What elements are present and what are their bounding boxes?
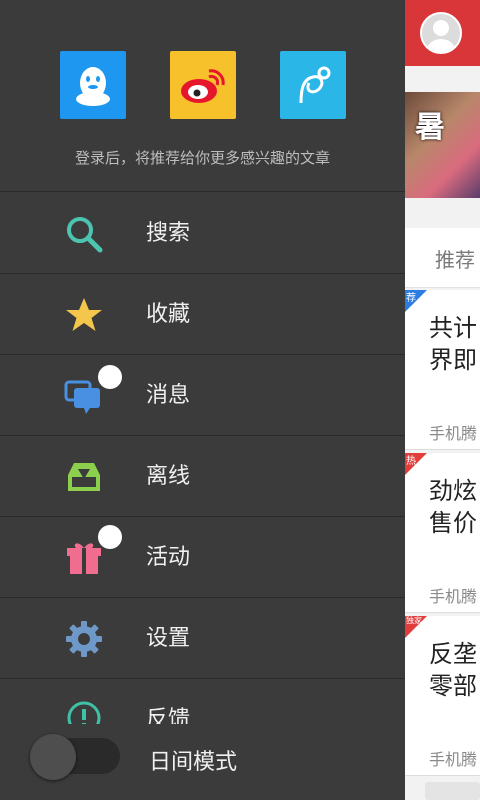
message-icon — [64, 380, 100, 414]
tencent-weibo-login-button[interactable] — [280, 51, 346, 119]
menu-item-offline[interactable]: 离线 — [0, 436, 405, 517]
menu-item-label: 搜索 — [146, 221, 191, 246]
star-icon — [66, 298, 102, 331]
menu-item-label: 收藏 — [146, 302, 191, 327]
side-drawer: 登录后，将推荐给你更多感兴趣的文章 搜索 收藏 消息 离线 活动 设置 反馈 日… — [0, 0, 405, 800]
tencent-weibo-icon — [299, 66, 331, 104]
card-tag: 独家 — [406, 616, 422, 625]
avatar-silhouette-icon — [427, 20, 455, 52]
day-mode-toggle-knob[interactable] — [30, 734, 76, 780]
message-badge — [98, 365, 122, 389]
weibo-login-button[interactable] — [170, 51, 236, 119]
news-card[interactable]: 独家 反垄零部 手机腾 — [405, 616, 480, 776]
menu-item-search[interactable]: 搜索 — [0, 193, 405, 274]
card-source: 手机腾 — [429, 424, 478, 443]
card-source: 手机腾 — [429, 750, 478, 769]
gear-icon — [66, 621, 102, 657]
tab-recommend[interactable]: 推荐 — [435, 244, 475, 273]
banner-image[interactable]: 暑 — [405, 92, 480, 198]
search-icon — [67, 217, 103, 253]
menu-item-messages[interactable]: 消息 — [0, 355, 405, 436]
menu-item-activity[interactable]: 活动 — [0, 517, 405, 598]
qq-login-button[interactable] — [60, 51, 126, 119]
category-tabs: 推荐 — [405, 228, 480, 288]
card-tag: 荐 — [406, 293, 416, 304]
card-tag: 热 — [406, 456, 416, 467]
gift-icon — [67, 543, 101, 574]
login-tip: 登录后，将推荐给你更多感兴趣的文章 — [74, 149, 330, 167]
menu-item-settings[interactable]: 设置 — [0, 598, 405, 679]
main-content-peek: 暑 推荐 荐 共计界即 手机腾 热 劲炫售价 手机腾 独家 反垄零部 手机腾 — [405, 0, 480, 800]
menu-item-label: 消息 — [146, 383, 191, 408]
card-title: 劲炫售价 — [429, 477, 477, 537]
menu-item-label: 设置 — [146, 626, 191, 651]
qq-penguin-icon — [76, 67, 110, 106]
news-card[interactable]: 荐 共计界即 手机腾 — [405, 290, 480, 450]
card-title: 共计界即 — [429, 314, 477, 374]
next-card-peek — [425, 782, 480, 800]
card-source: 手机腾 — [429, 587, 478, 606]
menu-item-label: 离线 — [146, 464, 191, 489]
menu-item-favorites[interactable]: 收藏 — [0, 274, 405, 355]
day-mode-row: 日间模式 — [0, 724, 405, 800]
card-title: 反垄零部 — [429, 640, 477, 700]
user-avatar[interactable] — [420, 12, 462, 54]
weibo-icon — [181, 69, 225, 103]
menu-item-label: 活动 — [146, 545, 191, 570]
offline-download-icon — [68, 463, 100, 491]
day-mode-label: 日间模式 — [149, 750, 238, 775]
news-card[interactable]: 热 劲炫售价 手机腾 — [405, 453, 480, 613]
activity-badge — [98, 525, 122, 549]
login-area: 登录后，将推荐给你更多感兴趣的文章 — [0, 0, 405, 192]
banner-text: 暑 — [415, 110, 445, 145]
app-header — [405, 0, 480, 66]
